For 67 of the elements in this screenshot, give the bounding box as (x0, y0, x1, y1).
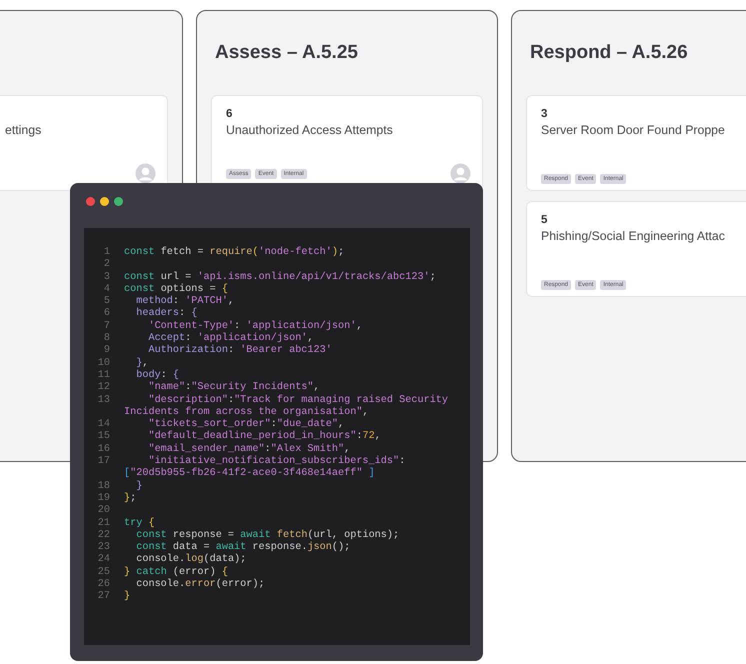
code-line: method: 'PATCH', (135, 296, 234, 308)
line-number: 26 (96, 579, 110, 591)
code-line: console.error(error); (135, 579, 265, 592)
line-number: 11 (96, 370, 110, 382)
line-number: 5 (102, 296, 110, 308)
line-number: 4 (102, 284, 110, 296)
line-number: 8 (102, 333, 110, 345)
code-line: "default_deadline_period_in_hours":72, (147, 431, 381, 444)
line-number: 27 (96, 591, 110, 604)
line-number: 24 (96, 554, 110, 567)
ticket-title: Phishing/Social Engineering Attac (541, 229, 726, 243)
code-line: const response = await fetch(url, options); (135, 530, 400, 542)
line-number: 3 (102, 272, 110, 284)
line-number: 13 (96, 394, 110, 407)
ticket-card[interactable]: ettings (0, 95, 168, 191)
maximize-dot-icon[interactable] (114, 197, 123, 206)
code-line: const fetch = require('node-fetch'); (124, 247, 344, 260)
line-number: 6 (102, 308, 110, 321)
line-number: 17 (96, 456, 110, 468)
column-title: Respond – A.5.26 (530, 42, 688, 64)
line-number: 19 (96, 492, 110, 505)
code-line: ["20d5b955-fb26-41f2-ace0-3f468e14aeff" ] (124, 468, 375, 480)
code-line: body: { (135, 370, 180, 382)
code-line: "tickets_sort_order":"due_date", (147, 419, 344, 430)
code-line: } catch (error) { (124, 566, 228, 578)
ticket-number: 6 (226, 108, 232, 120)
code-line: const url = 'api.isms.online/api/v1/tracks/abc123'; (124, 272, 436, 284)
line-number: 7 (102, 320, 110, 333)
column-title: Assess – A.5.25 (215, 42, 358, 64)
ticket-title: Server Room Door Found Proppe (541, 123, 726, 137)
line-number: 15 (96, 431, 110, 444)
line-number: 14 (96, 419, 110, 431)
code-line: console.log(data); (135, 554, 246, 566)
line-number: 10 (96, 358, 110, 370)
code-line: Accept: 'application/json', (147, 333, 314, 344)
code-line: Authorization: 'Bearer abc123' (147, 345, 332, 358)
code-line: Incidents from across the organisation", (124, 406, 369, 418)
line-number: 1 (102, 247, 110, 259)
code-line: "name":"Security Incidents", (147, 382, 320, 394)
code-line: "description":"Track for managing raised Security (147, 394, 448, 406)
code-line: 'Content-Type': 'application/json', (147, 320, 362, 332)
code-line: } (135, 480, 142, 493)
code-line: headers: { (135, 308, 198, 320)
code-line: try { (124, 518, 155, 530)
line-number: 18 (96, 480, 110, 493)
code-line: const options = { (124, 284, 228, 296)
line-number: 23 (96, 542, 110, 554)
code-line: "initiative_notification_subscribers_ids": (147, 456, 406, 468)
line-number: 9 (102, 345, 110, 358)
line-number: 25 (96, 566, 110, 579)
code-line: }; (124, 492, 136, 506)
line-number: 22 (96, 530, 110, 542)
line-number: 16 (96, 444, 110, 456)
code-line: } (124, 591, 130, 604)
ticket-title: Unauthorized Access Attempts (226, 123, 394, 137)
line-number: 2 (102, 259, 110, 272)
code-line: "email_sender_name":"Alex Smith", (147, 444, 350, 456)
code-line: const data = await response.json(); (135, 542, 350, 554)
line-number: 20 (96, 505, 110, 518)
line-number: 12 (96, 382, 110, 395)
minimize-dot-icon[interactable] (100, 197, 109, 206)
code-line: }, (135, 358, 148, 370)
ticket-number: 5 (541, 214, 548, 226)
ticket-title: ettings (5, 123, 42, 137)
close-dot-icon[interactable] (86, 197, 95, 206)
ticket-number: 3 (541, 108, 548, 120)
line-number: 21 (96, 518, 110, 530)
